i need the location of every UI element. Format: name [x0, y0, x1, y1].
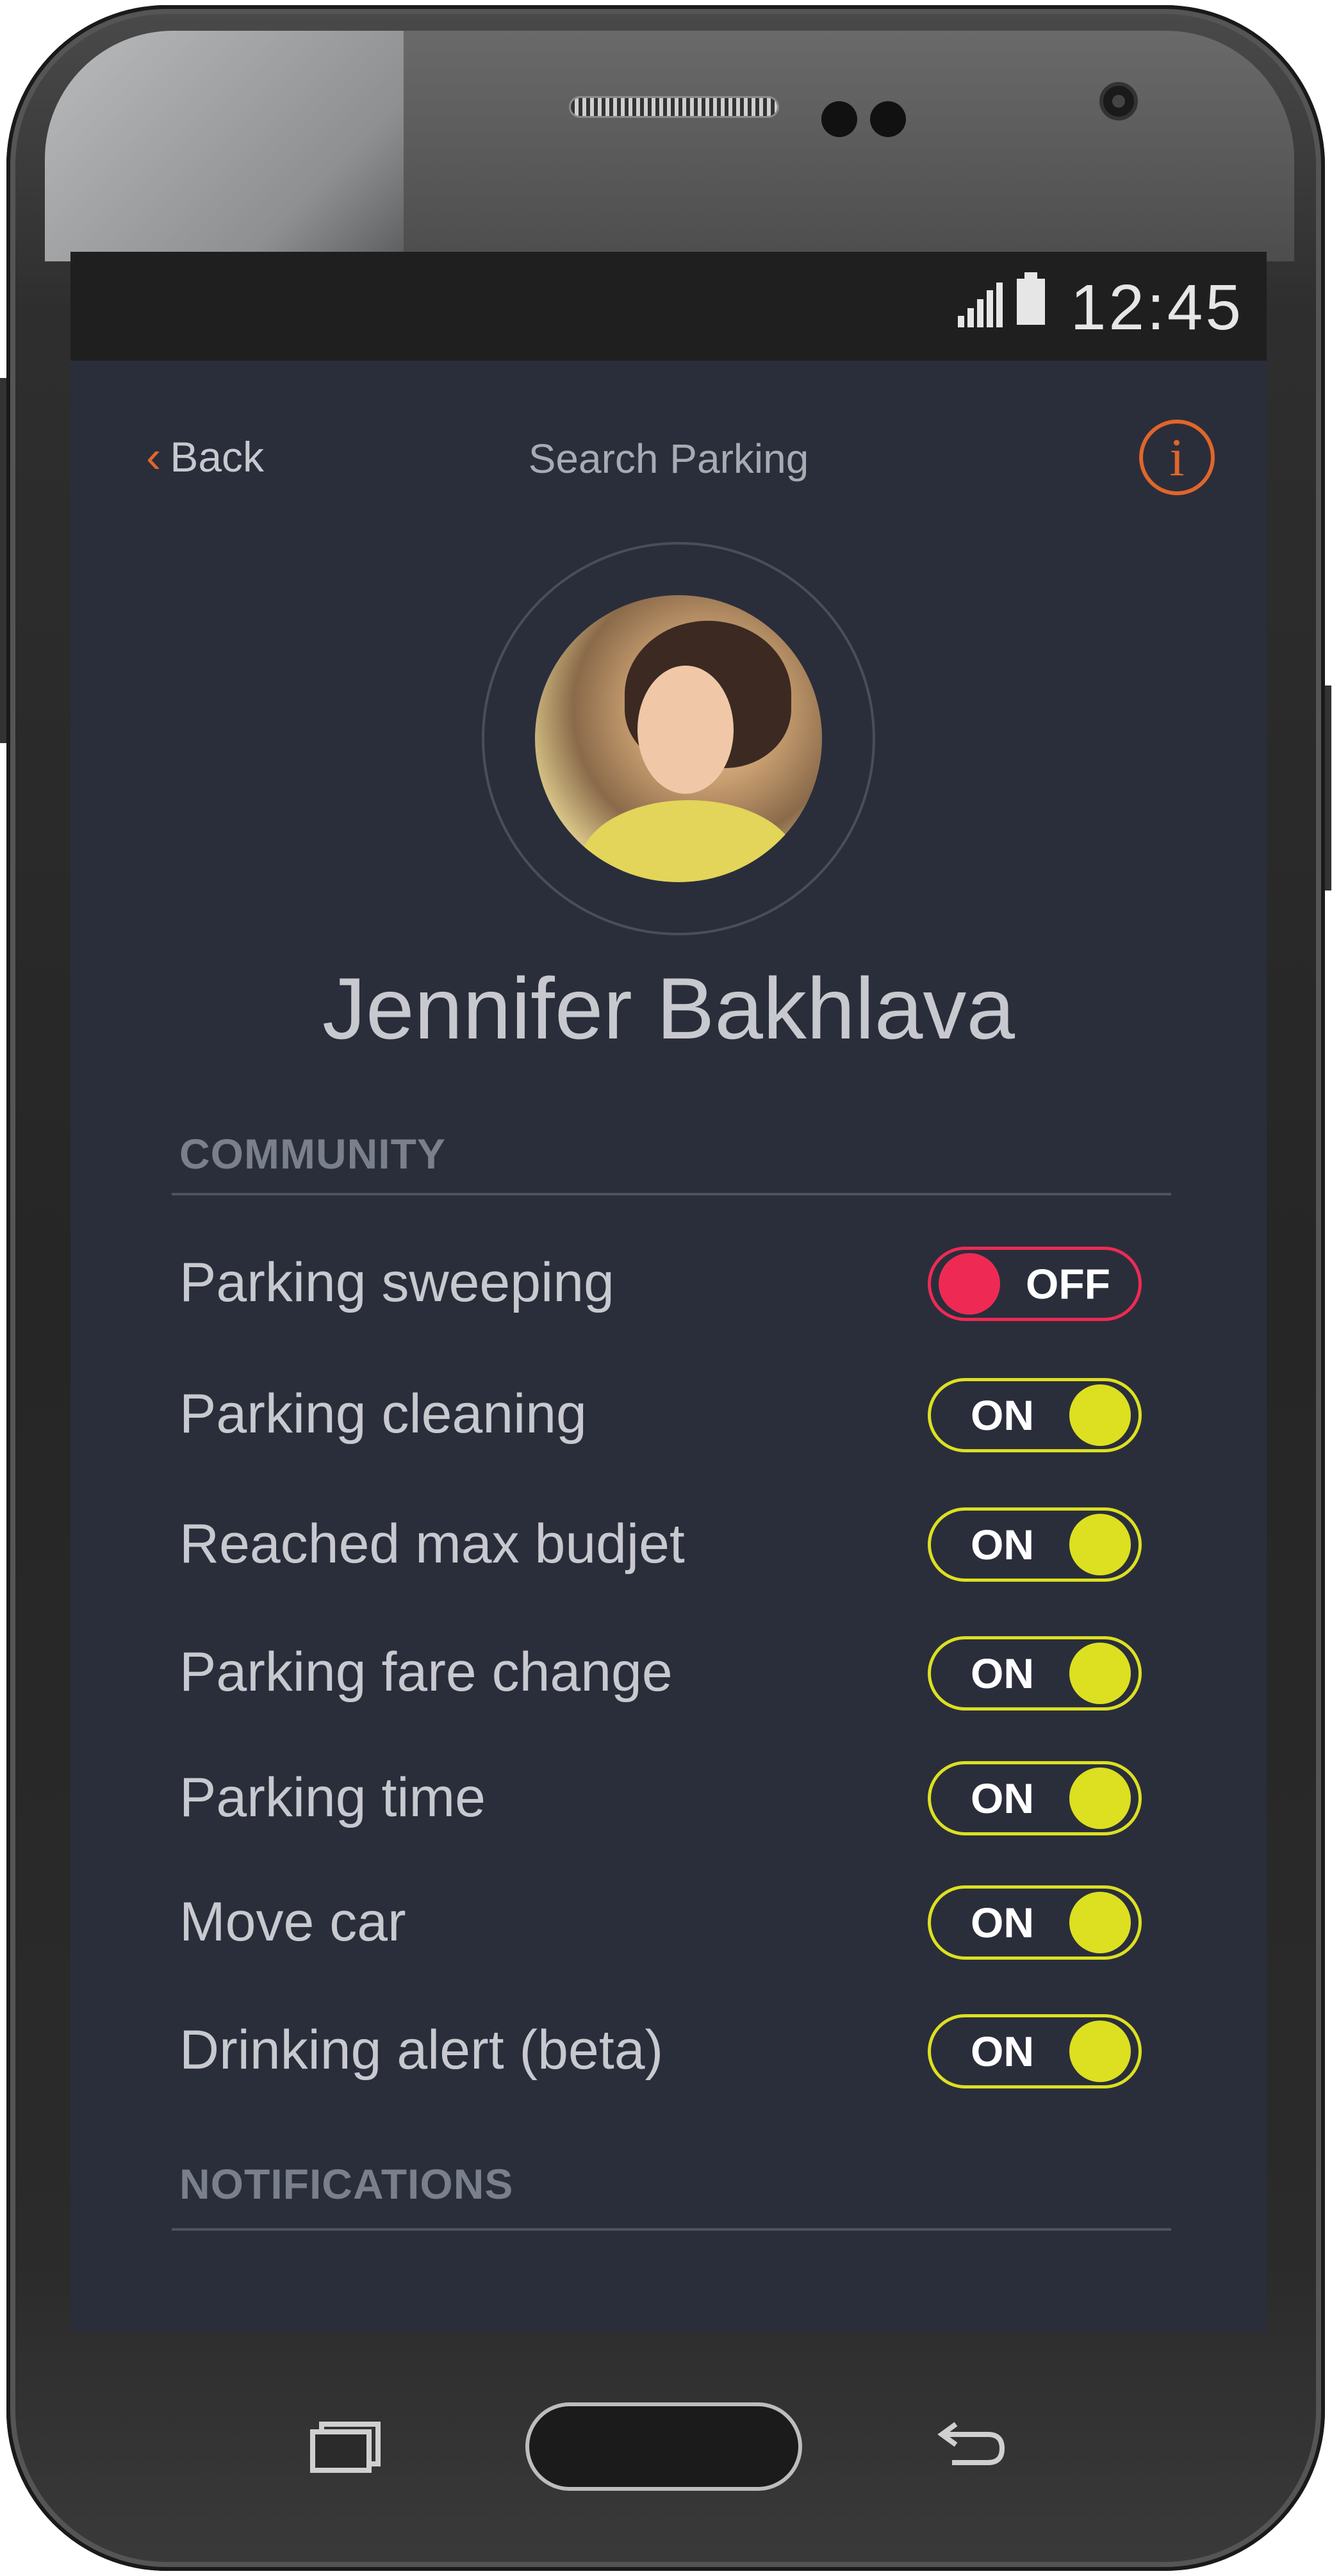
section-notifications: NOTIFICATIONS — [179, 2160, 514, 2208]
setting-label-max-budjet: Reached max budjet — [179, 1513, 685, 1575]
toggle-knob — [1069, 1768, 1131, 1829]
battery-icon — [1017, 272, 1045, 325]
toggle-knob — [1069, 1892, 1131, 1953]
light-sensor — [870, 101, 906, 137]
proximity-sensor — [821, 101, 857, 137]
top-nav: ‹ Back Search Parking i — [70, 418, 1267, 508]
back-key-icon[interactable] — [937, 2415, 1007, 2466]
setting-label-drinking-alert: Drinking alert (beta) — [179, 2019, 664, 2081]
home-button[interactable] — [525, 2402, 802, 2491]
app-screen: 12:45 ‹ Back Search Parking i Jennifer B… — [70, 252, 1267, 2332]
phone-top-bezel — [404, 31, 1294, 261]
setting-label-fare-change: Parking fare change — [179, 1641, 673, 1703]
toggle-state: ON — [971, 1650, 1034, 1697]
hardware-nav-bar — [0, 2332, 1332, 2524]
toggle-state: ON — [971, 2028, 1034, 2075]
front-camera — [1099, 82, 1138, 120]
avatar[interactable] — [535, 595, 822, 882]
toggle-drinking-alert[interactable]: ON — [928, 2014, 1142, 2088]
earpiece-speaker — [569, 96, 779, 118]
status-time: 12:45 — [1070, 272, 1244, 343]
status-bar: 12:45 — [70, 252, 1267, 361]
toggle-parking-cleaning[interactable]: ON — [928, 1378, 1142, 1452]
avatar-face — [637, 666, 734, 794]
volume-button[interactable] — [0, 378, 6, 743]
divider-community — [172, 1193, 1171, 1195]
info-icon[interactable]: i — [1139, 420, 1215, 495]
divider-notifications — [172, 2228, 1171, 2231]
toggle-knob — [1069, 1384, 1131, 1446]
page-title: Search Parking — [528, 436, 809, 482]
power-button[interactable] — [1325, 685, 1331, 890]
avatar-body — [580, 800, 798, 882]
setting-label-move-car: Move car — [179, 1891, 406, 1953]
toggle-knob — [1069, 1514, 1131, 1575]
setting-label-parking-cleaning: Parking cleaning — [179, 1383, 587, 1445]
toggle-max-budjet[interactable]: ON — [928, 1507, 1142, 1582]
setting-label-parking-time: Parking time — [179, 1767, 486, 1828]
toggle-parking-sweeping[interactable]: OFF — [928, 1247, 1142, 1321]
profile-name: Jennifer Bakhlava — [322, 960, 1015, 1057]
toggle-knob — [1069, 2021, 1131, 2082]
toggle-state: ON — [971, 1521, 1034, 1568]
toggle-state: OFF — [1026, 1260, 1110, 1308]
toggle-fare-change[interactable]: ON — [928, 1636, 1142, 1710]
toggle-state: ON — [971, 1899, 1034, 1946]
toggle-knob — [1069, 1643, 1131, 1704]
toggle-knob — [939, 1253, 1000, 1315]
section-community: COMMUNITY — [179, 1130, 446, 1177]
toggle-state: ON — [971, 1391, 1034, 1439]
setting-label-parking-sweeping: Parking sweeping — [179, 1252, 614, 1313]
toggle-move-car[interactable]: ON — [928, 1885, 1142, 1960]
signal-icon — [958, 283, 1003, 327]
toggle-state: ON — [971, 1775, 1034, 1822]
toggle-parking-time[interactable]: ON — [928, 1761, 1142, 1835]
recent-apps-icon[interactable] — [310, 2422, 381, 2473]
